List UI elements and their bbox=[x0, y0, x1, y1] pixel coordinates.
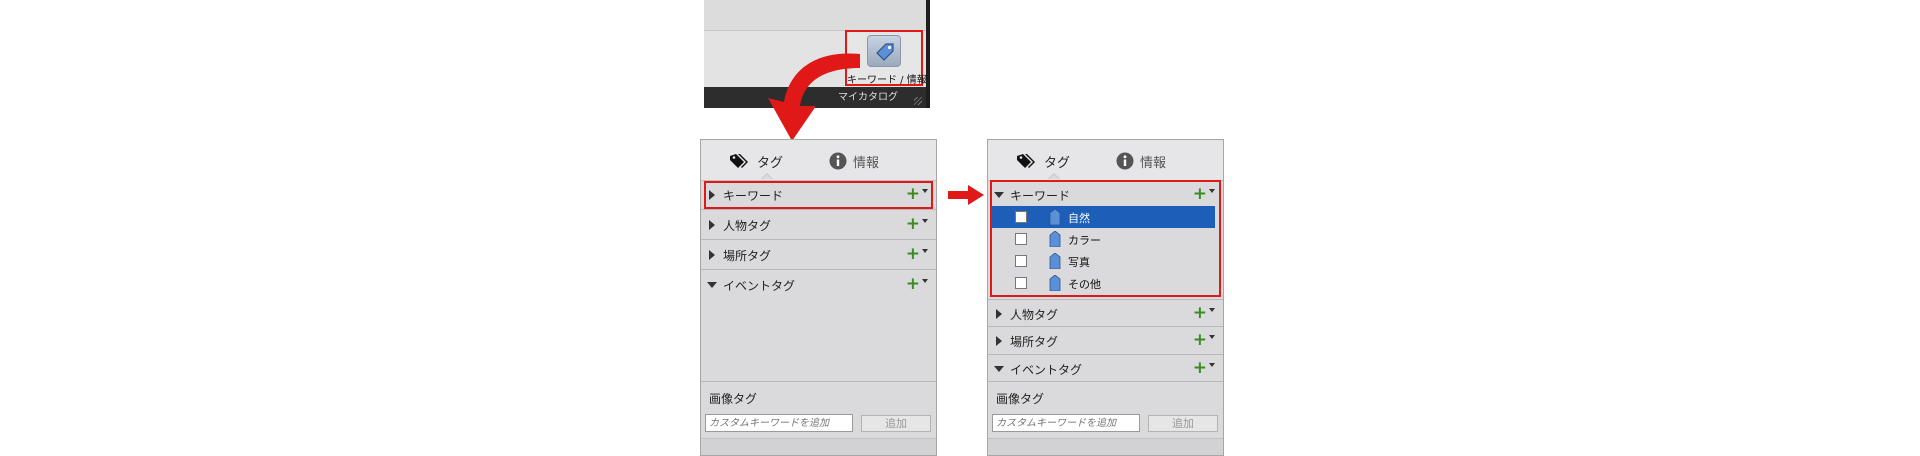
active-tab-notch bbox=[761, 173, 773, 179]
active-tab-notch bbox=[1048, 173, 1060, 179]
dropdown-arrow-icon bbox=[922, 219, 928, 223]
add-button[interactable]: 追加 bbox=[861, 415, 931, 432]
plus-icon: + bbox=[1192, 303, 1207, 323]
category-people-tags[interactable]: 人物タグ + bbox=[988, 299, 1223, 327]
category-label: 人物タグ bbox=[1010, 308, 1059, 322]
dropdown-arrow-icon bbox=[922, 189, 928, 193]
info-icon bbox=[829, 152, 847, 170]
category-place-tags[interactable]: 場所タグ + bbox=[988, 327, 1223, 355]
category-place-tags[interactable]: 場所タグ + bbox=[701, 240, 936, 270]
add-keyword-button[interactable]: + bbox=[906, 184, 928, 204]
keyword-checkbox[interactable] bbox=[1015, 233, 1027, 245]
plus-icon: + bbox=[905, 244, 920, 264]
add-event-tag-button[interactable]: + bbox=[1193, 358, 1215, 378]
dropdown-arrow-icon bbox=[1209, 335, 1215, 339]
category-label: 場所タグ bbox=[723, 249, 772, 263]
expand-arrow-icon bbox=[996, 336, 1002, 346]
price-tag-icon bbox=[876, 43, 894, 61]
tags-panel-collapsed: タグ 情報 キーワード + 人物タグ + 場所タグ + イベントタグ + 画像タ… bbox=[700, 139, 937, 456]
keyword-item[interactable]: カラー bbox=[990, 228, 1215, 250]
keyword-item[interactable]: 写真 bbox=[990, 250, 1215, 272]
expand-arrow-icon bbox=[709, 220, 715, 230]
dropdown-arrow-icon bbox=[922, 249, 928, 253]
image-tags-title: 画像タグ bbox=[996, 392, 1045, 406]
tags-panel-expanded: タグ 情報 キーワード + 自然 カラー 写真 その他 人物タグ + 場所タグ … bbox=[987, 139, 1224, 456]
plus-icon: + bbox=[905, 184, 920, 204]
custom-keyword-input[interactable] bbox=[705, 414, 853, 432]
keyword-checkbox[interactable] bbox=[1015, 211, 1027, 223]
keyword-tag-icon bbox=[1049, 275, 1061, 291]
keyword-item[interactable]: その他 bbox=[990, 272, 1215, 294]
category-label: 場所タグ bbox=[1010, 335, 1059, 349]
resize-grip[interactable] bbox=[914, 97, 922, 105]
dropdown-arrow-icon bbox=[1209, 308, 1215, 312]
bottom-strip bbox=[988, 438, 1223, 455]
add-place-tag-button[interactable]: + bbox=[1193, 330, 1215, 350]
collapse-arrow-icon bbox=[707, 282, 717, 288]
add-event-tag-button[interactable]: + bbox=[906, 274, 928, 294]
tags-icon bbox=[1017, 154, 1035, 168]
right-arrow-icon bbox=[948, 185, 984, 205]
plus-icon: + bbox=[1192, 184, 1207, 204]
image-tags-section: 画像タグ 追加 bbox=[988, 381, 1223, 455]
keyword-tag-icon bbox=[1049, 253, 1061, 269]
keyword-name: 写真 bbox=[1068, 256, 1090, 269]
expand-arrow-icon bbox=[709, 250, 715, 260]
category-keywords[interactable]: キーワード + bbox=[988, 180, 1223, 206]
category-event-tags[interactable]: イベントタグ + bbox=[701, 270, 936, 300]
tab-info-label: 情報 bbox=[1140, 155, 1167, 171]
tab-tags-label: タグ bbox=[1044, 155, 1071, 171]
dropdown-arrow-icon bbox=[1209, 189, 1215, 193]
tags-icon bbox=[730, 154, 748, 168]
panel-tabs: タグ 情報 bbox=[701, 140, 936, 181]
category-label: キーワード bbox=[723, 189, 784, 203]
category-event-tags[interactable]: イベントタグ + bbox=[988, 355, 1223, 381]
expand-arrow-icon bbox=[709, 190, 715, 200]
keyword-name: その他 bbox=[1068, 278, 1101, 291]
expand-arrow-icon bbox=[996, 309, 1002, 319]
category-people-tags[interactable]: 人物タグ + bbox=[701, 210, 936, 240]
bottom-strip bbox=[701, 438, 936, 455]
image-tags-section: 画像タグ 追加 bbox=[701, 381, 936, 455]
keyword-name: カラー bbox=[1068, 234, 1101, 247]
add-keyword-button[interactable]: + bbox=[1193, 184, 1215, 204]
keyword-item[interactable]: 自然 bbox=[990, 206, 1215, 228]
keyword-checkbox[interactable] bbox=[1015, 277, 1027, 289]
category-label: イベントタグ bbox=[723, 279, 796, 293]
tab-tags[interactable]: タグ bbox=[729, 150, 783, 172]
dropdown-arrow-icon bbox=[922, 279, 928, 283]
tab-info-label: 情報 bbox=[853, 155, 880, 171]
plus-icon: + bbox=[905, 214, 920, 234]
plus-icon: + bbox=[1192, 358, 1207, 378]
plus-icon: + bbox=[905, 274, 920, 294]
add-place-tag-button[interactable]: + bbox=[906, 244, 928, 264]
info-icon bbox=[1116, 152, 1134, 170]
add-button[interactable]: 追加 bbox=[1148, 415, 1218, 432]
tab-tags-label: タグ bbox=[757, 155, 784, 171]
keyword-checkbox[interactable] bbox=[1015, 255, 1027, 267]
dropdown-arrow-icon bbox=[1209, 363, 1215, 367]
collapse-arrow-icon bbox=[994, 192, 1004, 198]
toolbar-top-strip bbox=[704, 0, 926, 31]
collapse-arrow-icon bbox=[994, 366, 1004, 372]
category-label: 人物タグ bbox=[723, 219, 772, 233]
tab-tags[interactable]: タグ bbox=[1016, 150, 1070, 172]
category-keywords[interactable]: キーワード + bbox=[701, 180, 936, 210]
keyword-name: 自然 bbox=[1068, 212, 1090, 225]
add-people-tag-button[interactable]: + bbox=[906, 214, 928, 234]
tab-info[interactable]: 情報 bbox=[1116, 150, 1166, 172]
tab-info[interactable]: 情報 bbox=[829, 150, 879, 172]
keyword-tag-icon bbox=[1049, 209, 1061, 225]
category-label: キーワード bbox=[1010, 189, 1071, 203]
custom-keyword-input[interactable] bbox=[992, 414, 1140, 432]
curved-arrow-icon bbox=[768, 53, 860, 141]
keyword-tag-icon bbox=[1049, 231, 1061, 247]
plus-icon: + bbox=[1192, 330, 1207, 350]
add-people-tag-button[interactable]: + bbox=[1193, 303, 1215, 323]
category-label: イベントタグ bbox=[1010, 363, 1083, 377]
image-tags-title: 画像タグ bbox=[709, 392, 758, 406]
panel-tabs: タグ 情報 bbox=[988, 140, 1223, 181]
keyword-info-tile bbox=[867, 35, 901, 67]
